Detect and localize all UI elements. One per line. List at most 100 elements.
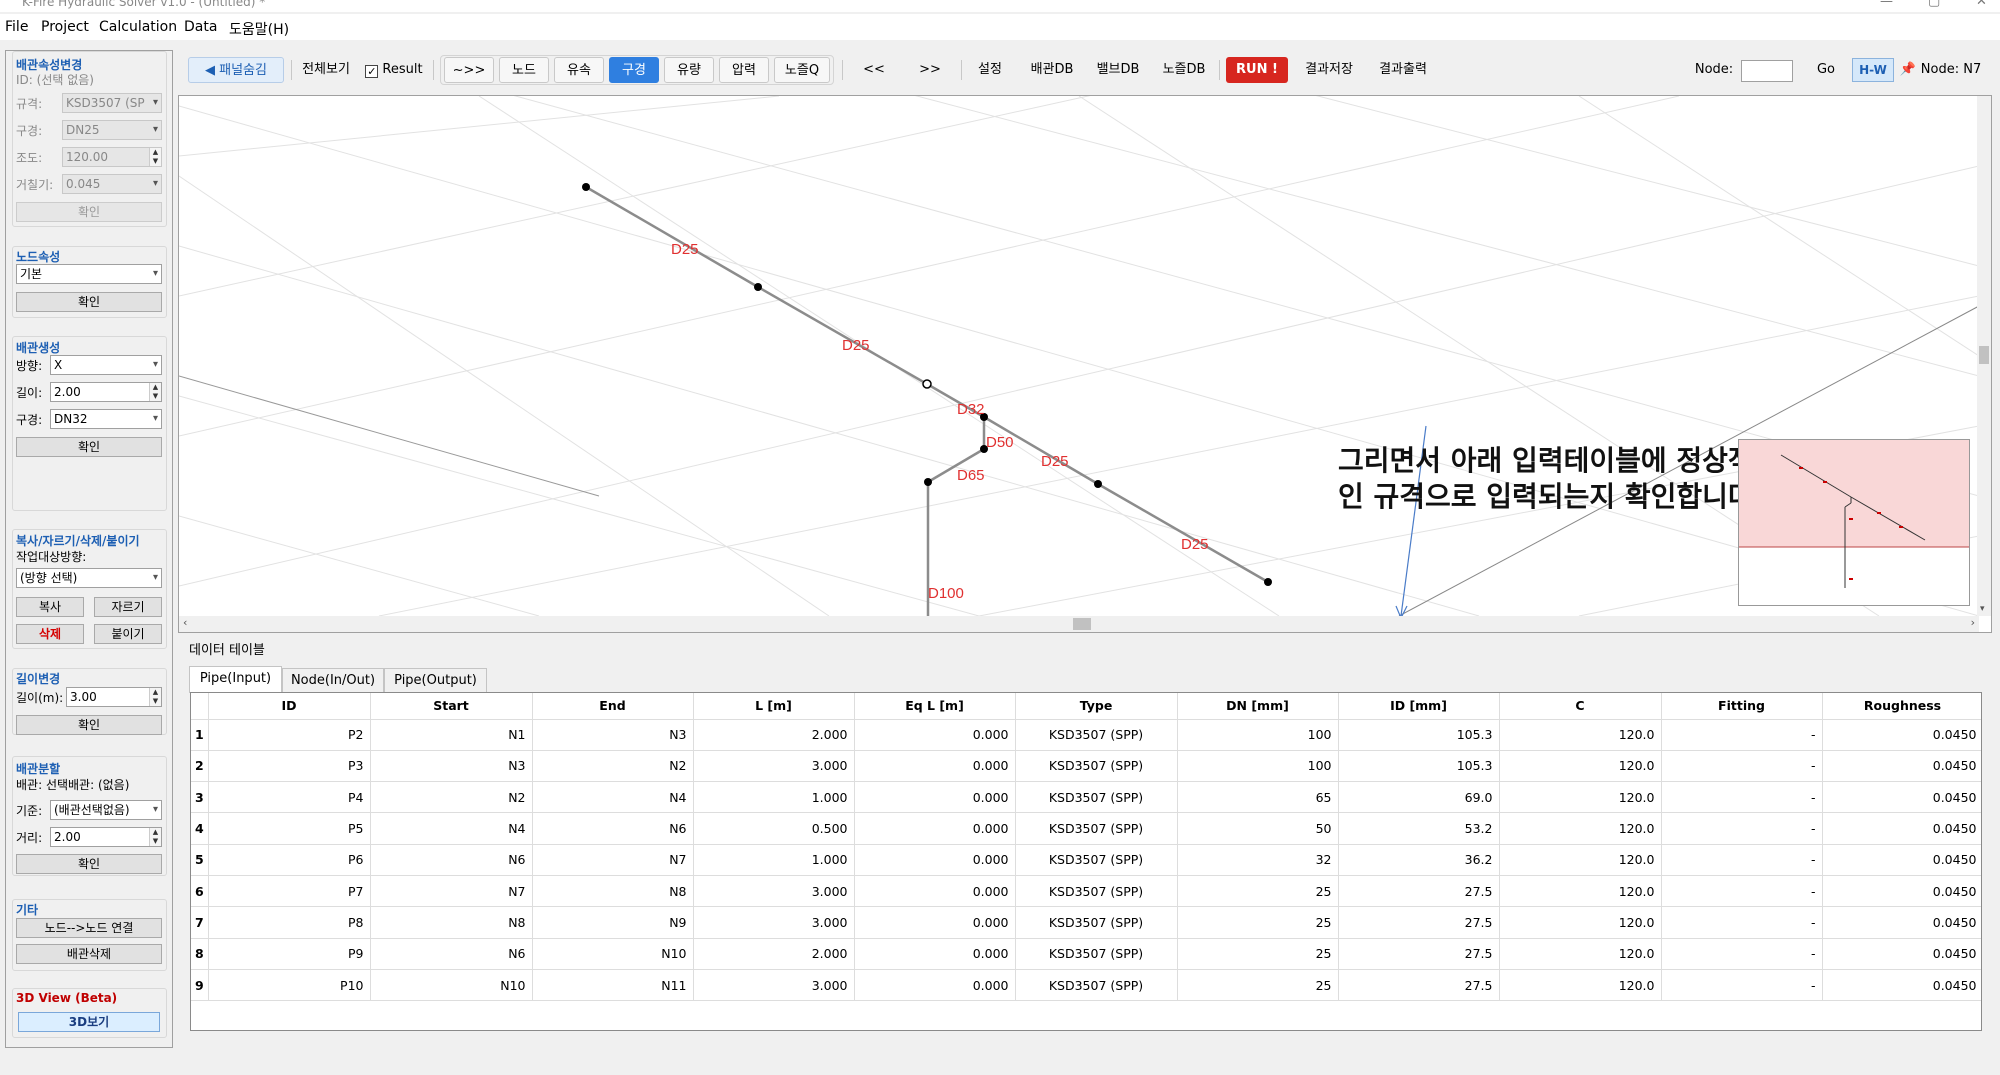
col-header-c[interactable]: C: [1499, 693, 1662, 720]
minimize-icon[interactable]: —: [1880, 0, 1893, 9]
cell-eq-length[interactable]: 0.000: [854, 750, 1016, 783]
cell-length[interactable]: 1.000: [693, 781, 855, 814]
cell-fitting[interactable]: -: [1661, 781, 1823, 814]
minimap[interactable]: [1738, 439, 1970, 606]
direction-select[interactable]: X ▾: [50, 355, 162, 375]
pipe-split-confirm-button[interactable]: 확인: [16, 854, 162, 874]
col-header-fitting[interactable]: Fitting: [1661, 693, 1823, 720]
cell-eq-length[interactable]: 0.000: [854, 812, 1016, 845]
node-connect-button[interactable]: 노드-->노드 연결: [16, 918, 162, 938]
cell-length[interactable]: 3.000: [693, 906, 855, 939]
cell-fitting[interactable]: -: [1661, 750, 1823, 783]
cell-dn[interactable]: 100: [1177, 719, 1339, 751]
cell-start[interactable]: N7: [370, 875, 533, 908]
cell-id[interactable]: P5: [208, 812, 371, 845]
cell-rn[interactable]: 2: [191, 750, 209, 783]
cell-inner-dia[interactable]: 69.0: [1338, 781, 1500, 814]
col-header-end[interactable]: End: [532, 693, 694, 720]
cell-rn[interactable]: 1: [191, 719, 209, 751]
cell-inner-dia[interactable]: 105.3: [1338, 719, 1500, 751]
cell-start[interactable]: N4: [370, 812, 533, 845]
cell-type[interactable]: KSD3507 (SPP): [1015, 875, 1178, 908]
delete-pipe-button[interactable]: 배관삭제: [16, 944, 162, 964]
cell-end[interactable]: N11: [532, 969, 694, 1002]
cell-length[interactable]: 3.000: [693, 875, 855, 908]
tab-pipe-input[interactable]: Pipe(Input): [189, 666, 282, 693]
cell-start[interactable]: N1: [370, 719, 533, 751]
dia-select[interactable]: DN25 ▾: [62, 120, 162, 140]
cell-roughness[interactable]: 0.0450: [1822, 906, 1981, 939]
cell-start[interactable]: N2: [370, 781, 533, 814]
cell-dn[interactable]: 25: [1177, 969, 1339, 1002]
cell-roughness[interactable]: 0.0450: [1822, 875, 1981, 908]
cell-length[interactable]: 2.000: [693, 719, 855, 751]
cell-dn[interactable]: 50: [1177, 812, 1339, 845]
length-change-confirm-button[interactable]: 확인: [16, 715, 162, 735]
scroll-thumb[interactable]: [1979, 346, 1989, 364]
split-dist-input[interactable]: 2.00 ▲ ▼: [50, 827, 162, 847]
table-row[interactable]: 4 P5 N4 N6 0.500 0.000 KSD3507 (SPP) 50 53.2 120.…: [191, 812, 1981, 845]
cell-fitting[interactable]: -: [1661, 812, 1823, 845]
go-button[interactable]: Go: [1808, 57, 1844, 83]
copy-button[interactable]: 복사: [16, 597, 84, 617]
cell-length[interactable]: 1.000: [693, 844, 855, 876]
cell-end[interactable]: N2: [532, 750, 694, 783]
nozzle-db-button[interactable]: 노즐DB: [1154, 57, 1214, 83]
col-header-type[interactable]: Type: [1015, 693, 1178, 720]
tab-node-in-out[interactable]: Node(In/Out): [282, 668, 384, 693]
mode-flow[interactable]: 유량: [664, 57, 714, 83]
cell-c[interactable]: 120.0: [1499, 719, 1662, 751]
horizontal-scrollbar[interactable]: ‹ ›: [179, 616, 1979, 632]
split-base-select[interactable]: (배관선택없음) ▾: [50, 800, 162, 820]
cell-dn[interactable]: 25: [1177, 938, 1339, 970]
scroll-thumb[interactable]: [1073, 618, 1091, 630]
paste-button[interactable]: 붙이기: [94, 624, 162, 644]
prev-button[interactable]: <<: [854, 57, 894, 83]
next-button[interactable]: >>: [910, 57, 950, 83]
view3d-button[interactable]: 3D보기: [18, 1012, 160, 1032]
cell-dn[interactable]: 100: [1177, 750, 1339, 783]
cell-id[interactable]: P9: [208, 938, 371, 970]
cell-rn[interactable]: 4: [191, 812, 209, 845]
spec-select[interactable]: KSD3507 (SP ▾: [62, 93, 162, 113]
pipe-db-button[interactable]: 배관DB: [1022, 57, 1082, 83]
cell-c[interactable]: 120.0: [1499, 906, 1662, 939]
col-header-id[interactable]: ID: [208, 693, 371, 720]
cell-id[interactable]: P7: [208, 875, 371, 908]
mode-velocity[interactable]: 유속: [554, 57, 604, 83]
create-dia-select[interactable]: DN32 ▾: [50, 409, 162, 429]
cell-type[interactable]: KSD3507 (SPP): [1015, 906, 1178, 939]
cell-roughness[interactable]: 0.0450: [1822, 812, 1981, 845]
node-type-select[interactable]: 기본 ▾: [16, 264, 162, 284]
cell-end[interactable]: N7: [532, 844, 694, 876]
scroll-down-icon[interactable]: ▾: [1980, 604, 1985, 614]
cell-start[interactable]: N8: [370, 906, 533, 939]
cell-rn[interactable]: 6: [191, 875, 209, 908]
col-header-length[interactable]: L [m]: [693, 693, 855, 720]
cell-eq-length[interactable]: 0.000: [854, 875, 1016, 908]
menu-calculation[interactable]: Calculation: [99, 19, 177, 35]
length-input[interactable]: 2.00 ▲ ▼: [50, 382, 162, 402]
cell-roughness[interactable]: 0.0450: [1822, 938, 1981, 970]
col-header-roughness[interactable]: Roughness: [1822, 693, 1981, 720]
valve-db-button[interactable]: 밸브DB: [1088, 57, 1148, 83]
cell-rn[interactable]: 8: [191, 938, 209, 970]
cell-start[interactable]: N6: [370, 844, 533, 876]
table-row[interactable]: 8 P9 N6 N10 2.000 0.000 KSD3507 (SPP) 25 27.5 120…: [191, 938, 1981, 970]
cell-fitting[interactable]: -: [1661, 969, 1823, 1002]
menu-help[interactable]: 도움말(H): [229, 19, 289, 39]
save-result-button[interactable]: 결과저장: [1296, 57, 1362, 83]
run-button[interactable]: RUN !: [1226, 57, 1288, 83]
result-checkbox[interactable]: ✓ Result: [361, 57, 427, 83]
cell-eq-length[interactable]: 0.000: [854, 906, 1016, 939]
cell-roughness[interactable]: 0.0450: [1822, 969, 1981, 1002]
cell-c[interactable]: 120.0: [1499, 844, 1662, 876]
cell-id[interactable]: P2: [208, 719, 371, 751]
cell-type[interactable]: KSD3507 (SPP): [1015, 781, 1178, 814]
cell-rn[interactable]: 7: [191, 906, 209, 939]
cell-fitting[interactable]: -: [1661, 719, 1823, 751]
cell-roughness[interactable]: 0.0450: [1822, 719, 1981, 751]
mode-flow-direction[interactable]: ~>>: [444, 57, 494, 83]
cell-inner-dia[interactable]: 27.5: [1338, 875, 1500, 908]
col-header-dn[interactable]: DN [mm]: [1177, 693, 1339, 720]
